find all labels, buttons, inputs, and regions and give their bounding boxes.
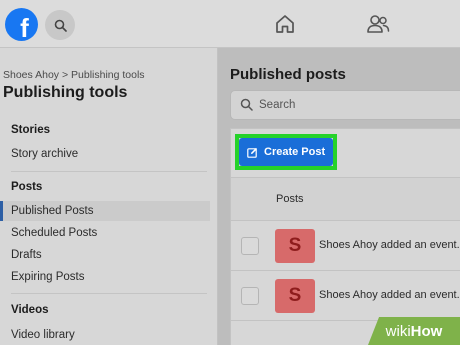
sidebar-divider: [11, 293, 207, 294]
search-icon: [54, 19, 67, 32]
watermark-prefix: wiki: [385, 322, 411, 340]
publishing-tools-sidebar: Shoes Ahoy > Publishing tools Publishing…: [0, 48, 218, 345]
sidebar-divider: [11, 171, 207, 172]
home-icon: [276, 15, 294, 33]
post-thumbnail[interactable]: S: [275, 279, 315, 313]
post-description[interactable]: Shoes Ahoy added an event.: [319, 289, 460, 301]
row-checkbox[interactable]: [241, 237, 259, 255]
edit-icon: [247, 147, 258, 158]
sidebar-item-expiring-posts[interactable]: Expiring Posts: [0, 267, 210, 287]
create-post-label: Create Post: [264, 146, 326, 158]
sidebar-item-drafts[interactable]: Drafts: [0, 245, 210, 265]
posts-search-input[interactable]: Search: [230, 90, 460, 120]
facebook-logo[interactable]: f: [5, 8, 38, 41]
search-button[interactable]: [45, 10, 75, 40]
post-description[interactable]: Shoes Ahoy added an event.: [319, 239, 460, 251]
main-content: Published posts Search Create Post Posts…: [218, 48, 460, 345]
watermark-suffix: How: [410, 322, 443, 340]
table-row[interactable]: S Shoes Ahoy added an event.: [231, 271, 460, 321]
create-post-button[interactable]: Create Post: [239, 138, 333, 166]
page-title: Published posts: [230, 66, 346, 83]
table-header: Posts: [231, 177, 460, 221]
search-icon: [240, 98, 253, 111]
breadcrumb[interactable]: Shoes Ahoy > Publishing tools: [3, 69, 145, 81]
sidebar-item-video-library[interactable]: Video library: [0, 325, 210, 345]
sidebar-item-published-posts[interactable]: Published Posts: [0, 201, 210, 221]
section-posts-heading: Posts: [11, 181, 43, 193]
friends-icon: [367, 15, 390, 33]
column-header-posts[interactable]: Posts: [276, 193, 304, 205]
table-row[interactable]: S Shoes Ahoy added an event.: [231, 221, 460, 271]
home-nav-button[interactable]: [265, 8, 305, 40]
top-navigation-bar: f: [0, 0, 460, 48]
wikihow-watermark: wiki How: [368, 317, 460, 345]
section-videos-heading: Videos: [11, 304, 49, 316]
row-checkbox[interactable]: [241, 287, 259, 305]
search-placeholder: Search: [259, 99, 296, 111]
sidebar-item-scheduled-posts[interactable]: Scheduled Posts: [0, 223, 210, 243]
post-thumbnail[interactable]: S: [275, 229, 315, 263]
friends-nav-button[interactable]: [358, 8, 398, 40]
sidebar-title: Publishing tools: [3, 84, 128, 101]
section-stories-heading: Stories: [11, 124, 50, 136]
sidebar-item-story-archive[interactable]: Story archive: [0, 144, 210, 164]
posts-panel: Create Post Posts S Shoes Ahoy added an …: [230, 128, 460, 345]
